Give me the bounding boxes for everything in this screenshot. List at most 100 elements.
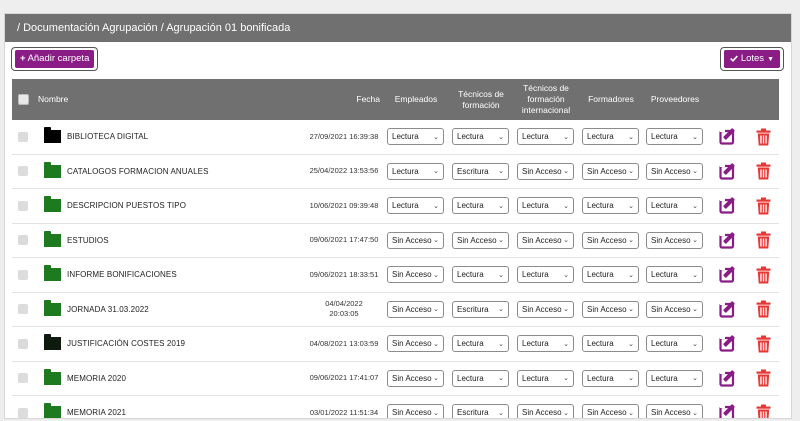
edit-icon[interactable] — [718, 162, 738, 181]
perm-employees-select[interactable]: Lectura ⌄ — [387, 128, 444, 146]
trash-icon[interactable] — [756, 162, 771, 180]
edit-icon[interactable] — [718, 231, 738, 250]
row-checkbox[interactable] — [18, 131, 28, 142]
perm-intl-training-tech-select[interactable]: Lectura ⌄ — [517, 197, 574, 215]
edit-icon[interactable] — [718, 127, 738, 146]
perm-suppliers-select[interactable]: Lectura ⌄ — [646, 266, 703, 284]
perm-trainers-select[interactable]: Lectura ⌄ — [582, 266, 639, 284]
header-name[interactable]: Nombre — [38, 79, 98, 120]
trash-icon[interactable] — [756, 300, 771, 318]
edit-icon[interactable] — [718, 300, 738, 319]
folder-name[interactable]: INFORME BONIFICACIONES — [67, 270, 177, 279]
perm-intl-training-tech-select[interactable]: Lectura ⌄ — [517, 335, 574, 353]
row-checkbox[interactable] — [18, 235, 28, 246]
header-trainers[interactable]: Formadores — [580, 79, 642, 120]
perm-intl-training-tech-select[interactable]: Lectura ⌄ — [517, 369, 574, 387]
perm-training-tech-select[interactable]: Lectura ⌄ — [452, 266, 509, 284]
folder-name[interactable]: BIBLIOTECA DIGITAL — [67, 132, 148, 141]
perm-employees-select[interactable]: Sin Acceso ⌄ — [387, 369, 444, 387]
perm-intl-training-tech-select[interactable]: Sin Acceso ⌄ — [517, 231, 574, 249]
row-checkbox[interactable] — [18, 304, 28, 315]
perm-trainers-select[interactable]: Sin Acceso ⌄ — [582, 404, 639, 418]
perm-training-tech-select[interactable]: Escritura ⌄ — [452, 162, 509, 180]
folder-name[interactable]: JORNADA 31.03.2022 — [67, 305, 149, 314]
perm-employees-select[interactable]: Sin Acceso ⌄ — [387, 266, 444, 284]
perm-suppliers-select[interactable]: Sin Acceso ⌄ — [646, 404, 703, 418]
perm-trainers-select[interactable]: Lectura ⌄ — [582, 197, 639, 215]
edit-icon[interactable] — [718, 334, 738, 353]
perm-employees-select[interactable]: Sin Acceso ⌄ — [387, 404, 444, 418]
row-checkbox[interactable] — [18, 373, 28, 384]
add-folder-button[interactable]: + Añadir carpeta — [11, 47, 99, 71]
edit-icon[interactable] — [718, 369, 738, 388]
perm-suppliers-select[interactable]: Lectura ⌄ — [646, 128, 703, 146]
trash-icon[interactable] — [756, 335, 771, 353]
perm-trainers-select[interactable]: Sin Acceso ⌄ — [582, 162, 639, 180]
folder-cell[interactable]: JORNADA 31.03.2022 — [44, 293, 304, 327]
folder-cell[interactable]: MEMORIA 2020 — [44, 362, 304, 396]
trash-icon[interactable] — [756, 197, 771, 215]
perm-trainers-select[interactable]: Sin Acceso ⌄ — [582, 231, 639, 249]
batch-button-inner[interactable]: Lotes ▼ — [723, 50, 780, 68]
perm-employees-select[interactable]: Lectura ⌄ — [387, 162, 444, 180]
perm-suppliers-select[interactable]: Sin Acceso ⌄ — [646, 300, 703, 318]
folder-cell[interactable]: JUSTIFICACIÓN COSTES 2019 — [44, 327, 304, 361]
trash-icon[interactable] — [756, 231, 771, 249]
perm-employees-select[interactable]: Sin Acceso ⌄ — [387, 335, 444, 353]
folder-cell[interactable]: BIBLIOTECA DIGITAL — [44, 120, 304, 154]
perm-intl-training-tech-select[interactable]: Sin Acceso ⌄ — [517, 404, 574, 418]
perm-suppliers-select[interactable]: Lectura ⌄ — [646, 197, 703, 215]
perm-intl-training-tech-select[interactable]: Sin Acceso ⌄ — [517, 300, 574, 318]
row-checkbox[interactable] — [18, 407, 28, 418]
perm-trainers-select[interactable]: Lectura ⌄ — [582, 128, 639, 146]
perm-training-tech-select[interactable]: Lectura ⌄ — [452, 369, 509, 387]
perm-employees-select[interactable]: Lectura ⌄ — [387, 197, 444, 215]
folder-name[interactable]: CATALOGOS FORMACION ANUALES — [67, 167, 209, 176]
perm-intl-training-tech-select[interactable]: Sin Acceso ⌄ — [517, 162, 574, 180]
trash-icon[interactable] — [756, 369, 771, 387]
edit-icon[interactable] — [718, 196, 738, 215]
perm-training-tech-select[interactable]: Lectura ⌄ — [452, 335, 509, 353]
folder-cell[interactable]: CATALOGOS FORMACION ANUALES — [44, 155, 304, 189]
folder-cell[interactable]: INFORME BONIFICACIONES — [44, 258, 304, 292]
select-all-checkbox[interactable] — [17, 94, 29, 105]
row-checkbox[interactable] — [18, 338, 28, 349]
perm-employees-select[interactable]: Sin Acceso ⌄ — [387, 300, 444, 318]
header-suppliers[interactable]: Proveedores — [644, 79, 706, 120]
perm-employees-select[interactable]: Sin Acceso ⌄ — [387, 231, 444, 249]
perm-suppliers-select[interactable]: Lectura ⌄ — [646, 369, 703, 387]
row-checkbox[interactable] — [18, 166, 28, 177]
folder-cell[interactable]: ESTUDIOS — [44, 224, 304, 258]
edit-icon[interactable] — [718, 265, 738, 284]
row-checkbox[interactable] — [18, 200, 28, 211]
header-training-tech[interactable]: Técnicos de formación — [451, 79, 511, 120]
perm-training-tech-select[interactable]: Sin Acceso ⌄ — [452, 231, 509, 249]
perm-suppliers-select[interactable]: Lectura ⌄ — [646, 335, 703, 353]
perm-trainers-select[interactable]: Lectura ⌄ — [582, 369, 639, 387]
batch-button[interactable]: Lotes ▼ — [719, 47, 784, 71]
header-employees[interactable]: Empleados — [385, 79, 447, 120]
perm-trainers-select[interactable]: Lectura ⌄ — [582, 335, 639, 353]
perm-training-tech-select[interactable]: Lectura ⌄ — [452, 128, 509, 146]
edit-icon[interactable] — [718, 403, 738, 418]
folder-name[interactable]: ESTUDIOS — [67, 236, 109, 245]
trash-icon[interactable] — [756, 128, 771, 146]
row-checkbox[interactable] — [18, 269, 28, 280]
perm-training-tech-select[interactable]: Escritura ⌄ — [452, 300, 509, 318]
trash-icon[interactable] — [756, 404, 771, 418]
perm-training-tech-select[interactable]: Lectura ⌄ — [452, 197, 509, 215]
perm-suppliers-select[interactable]: Sin Acceso ⌄ — [646, 162, 703, 180]
perm-intl-training-tech-select[interactable]: Lectura ⌄ — [517, 266, 574, 284]
folder-name[interactable]: DESCRIPCION PUESTOS TIPO — [67, 201, 186, 210]
perm-suppliers-select[interactable]: Sin Acceso ⌄ — [646, 231, 703, 249]
folder-cell[interactable]: DESCRIPCION PUESTOS TIPO — [44, 189, 304, 223]
add-folder-button-inner[interactable]: + Añadir carpeta — [15, 50, 95, 68]
perm-intl-training-tech-select[interactable]: Lectura ⌄ — [517, 128, 574, 146]
folder-name[interactable]: JUSTIFICACIÓN COSTES 2019 — [67, 339, 185, 348]
perm-trainers-select[interactable]: Sin Acceso ⌄ — [582, 300, 639, 318]
trash-icon[interactable] — [756, 266, 771, 284]
perm-training-tech-select[interactable]: Escritura ⌄ — [452, 404, 509, 418]
folder-name[interactable]: MEMORIA 2021 — [67, 408, 126, 417]
folder-name[interactable]: MEMORIA 2020 — [67, 374, 126, 383]
header-date[interactable]: Fecha — [312, 79, 380, 120]
